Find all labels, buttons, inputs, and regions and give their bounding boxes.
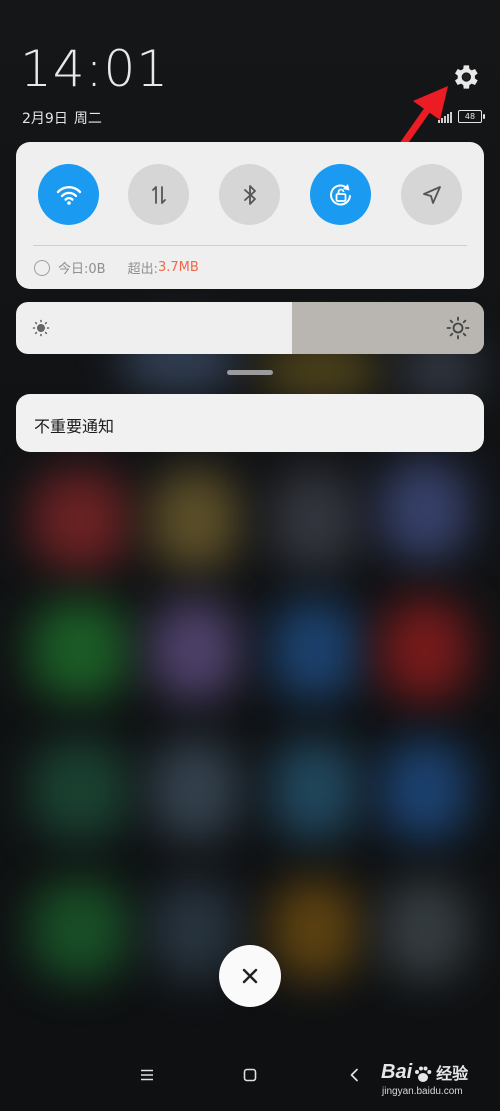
- notification-label: 不重要通知: [34, 417, 115, 436]
- drag-handle[interactable]: [227, 370, 273, 375]
- nav-menu-button[interactable]: [127, 1060, 167, 1090]
- close-icon: [242, 968, 258, 984]
- date-label: 2月9日 周二: [22, 108, 102, 128]
- watermark-suffix: 经验: [436, 1064, 469, 1083]
- panel-divider: [33, 245, 467, 246]
- nav-back-button[interactable]: [334, 1060, 374, 1090]
- quick-settings-panel: 今日:0B 超出: 3.7MB: [16, 142, 484, 289]
- toggle-location[interactable]: [401, 164, 462, 225]
- bluetooth-icon: [243, 184, 256, 205]
- home-icon: [243, 1068, 257, 1082]
- clear-notifications-button[interactable]: [219, 945, 281, 1007]
- toggle-auto-rotate[interactable]: [310, 164, 371, 225]
- data-usage-ring-icon: [34, 259, 50, 276]
- toggle-mobile-data[interactable]: [128, 164, 189, 225]
- toggle-wifi[interactable]: [38, 164, 99, 225]
- watermark-brand: Bai: [381, 1061, 413, 1083]
- battery-icon: 48: [458, 110, 485, 123]
- rotation-lock-icon: [329, 183, 351, 205]
- data-arrows-icon: [151, 185, 166, 204]
- location-arrow-icon: [422, 185, 441, 204]
- brightness-high-icon: [446, 316, 470, 340]
- brightness-slider[interactable]: [16, 302, 484, 354]
- back-icon: [350, 1068, 358, 1082]
- notification-item[interactable]: 不重要通知: [16, 394, 484, 452]
- watermark-url: jingyan.baidu.com: [382, 1086, 463, 1097]
- weekday-text: 周二: [73, 111, 102, 127]
- nav-home-button[interactable]: [230, 1060, 270, 1090]
- date-text: 2月9日: [22, 111, 68, 127]
- baidu-jingyan-watermark: Bai 经验: [381, 1060, 468, 1084]
- toggle-bluetooth[interactable]: [219, 164, 280, 225]
- clock-time: 14:01: [20, 40, 170, 98]
- data-today-label: 今日:0B: [58, 262, 106, 277]
- data-over-label: 超出:: [127, 262, 158, 277]
- menu-icon: [141, 1069, 153, 1081]
- wifi-icon: [56, 185, 81, 205]
- brightness-low-icon: [32, 319, 50, 337]
- paw-icon: [415, 1066, 432, 1082]
- data-usage-row: 今日:0B 超出: 3.7MB: [34, 258, 199, 277]
- data-over-value: 3.7MB: [157, 260, 199, 275]
